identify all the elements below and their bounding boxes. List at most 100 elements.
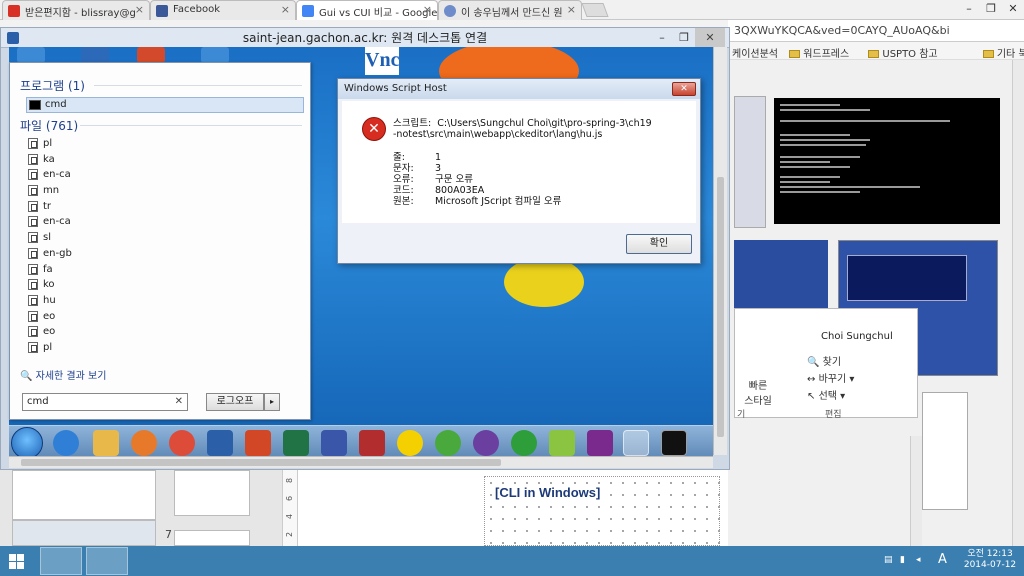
tab-facebook[interactable]: Facebook ×	[150, 0, 296, 20]
file-icon	[28, 138, 38, 149]
slide-thumbnail[interactable]	[174, 530, 250, 546]
file-item[interactable]: pl	[28, 340, 52, 355]
file-item[interactable]: eo	[28, 324, 55, 339]
notepad-icon[interactable]	[623, 430, 649, 456]
desktop-shortcut-icon[interactable]	[17, 47, 45, 63]
ok-button[interactable]: 확인	[626, 234, 692, 254]
printer-icon[interactable]: ▤	[884, 555, 893, 565]
internet-explorer-icon[interactable]	[53, 430, 79, 456]
onenote-icon[interactable]	[587, 430, 613, 456]
excel-icon[interactable]	[283, 430, 309, 456]
close-button[interactable]: ✕	[1002, 0, 1024, 20]
folder-icon	[868, 50, 880, 58]
bookmark-uspto[interactable]: USPTO 참고	[868, 49, 945, 59]
close-icon[interactable]: ×	[135, 3, 144, 16]
messenger-icon[interactable]	[511, 430, 537, 456]
select-button[interactable]: ↖ 선택 ▾	[807, 387, 845, 402]
maximize-button[interactable]: ❐	[980, 0, 1002, 20]
tab-article[interactable]: 이 송우님께서 만드신 원 ×	[438, 0, 582, 20]
folder-icon	[982, 50, 994, 58]
clock[interactable]: 오전 12:13 2014-07-12	[960, 549, 1020, 571]
file-item[interactable]: tr	[28, 199, 51, 214]
chrome-icon[interactable]	[169, 430, 195, 456]
rdp-vertical-scrollbar[interactable]	[713, 47, 727, 455]
see-more-results-link[interactable]: 🔍 자세한 결과 보기	[20, 367, 106, 382]
word-ribbon-pane: Choi Sungchul 🔍 찾기 ↔ 바꾸기 ▾ ↖ 선택 ▾ 빠른 스타일…	[734, 308, 918, 420]
tab-google-search[interactable]: Gui vs CUI 비교 - Google ×	[296, 0, 438, 20]
file-item[interactable]: sl	[28, 230, 51, 245]
bookmark-wordpress[interactable]: 워드프레스	[789, 49, 857, 59]
kakaotalk-icon[interactable]	[397, 430, 423, 456]
close-icon[interactable]: ×	[423, 3, 432, 16]
file-item[interactable]: fa	[28, 262, 53, 277]
slide-placeholder[interactable]: [CLI in Windows]	[484, 476, 720, 546]
file-icon	[28, 248, 38, 259]
vertical-scrollbar[interactable]	[1012, 60, 1024, 546]
evernote-icon[interactable]	[359, 430, 385, 456]
file-explorer-icon[interactable]	[93, 430, 119, 456]
cmd-taskbar-icon[interactable]	[661, 430, 687, 456]
media-player-icon[interactable]	[131, 430, 157, 456]
dialog-title[interactable]: Windows Script Host	[338, 79, 700, 99]
windows-start-button[interactable]	[11, 427, 43, 459]
volume-icon[interactable]: ◂	[916, 555, 921, 565]
vnc-viewer-icon[interactable]: Vnc	[365, 47, 399, 75]
rdp-horizontal-scrollbar[interactable]	[9, 456, 713, 468]
file-item[interactable]: en-ca	[28, 214, 71, 229]
file-icon	[28, 232, 38, 243]
visio-icon[interactable]	[321, 430, 347, 456]
close-icon[interactable]: ×	[567, 3, 576, 16]
quick-style-button[interactable]: 빠른 스타일	[743, 377, 773, 407]
tab-gmail[interactable]: 받은편지함 - blissray@g ×	[2, 0, 150, 20]
system-tray: ▤ ▮ ◂ A 오전 12:13 2014-07-12	[850, 548, 1024, 574]
maximize-button[interactable]: ❐	[673, 28, 695, 48]
desktop-shortcut-icon[interactable]	[137, 47, 165, 63]
desktop-shortcut-icon[interactable]	[201, 47, 229, 63]
windows-logo-icon[interactable]	[9, 554, 25, 570]
minimize-button[interactable]: –	[958, 0, 980, 20]
file-item[interactable]: mn	[28, 183, 59, 198]
shutdown-options-button[interactable]: ▸	[264, 393, 280, 411]
rdp-title: saint-jean.gachon.ac.kr: 원격 데스크톱 연결	[242, 31, 488, 45]
clear-search-icon[interactable]: ✕	[175, 394, 183, 410]
bookmark-analysis[interactable]: 케이션분석	[732, 49, 778, 59]
frog-app-icon[interactable]	[435, 430, 461, 456]
remote-desktop-taskbar-button[interactable]	[40, 547, 82, 575]
slide-thumbnail[interactable]	[174, 470, 250, 516]
minimize-button[interactable]: –	[651, 28, 673, 48]
file-item[interactable]: en-gb	[28, 246, 72, 261]
file-icon	[28, 279, 38, 290]
layers-app-icon[interactable]	[549, 430, 575, 456]
eclipse-icon[interactable]	[473, 430, 499, 456]
close-icon[interactable]: ×	[281, 3, 290, 16]
dialog-close-button[interactable]: ✕	[672, 82, 696, 96]
network-icon[interactable]: ▮	[900, 555, 905, 565]
file-item[interactable]: hu	[28, 293, 56, 308]
slide-thumbnail[interactable]	[12, 470, 156, 520]
close-button[interactable]: ✕	[695, 28, 725, 48]
slide-thumbnail[interactable]	[12, 520, 156, 546]
bookmark-other[interactable]: 기타 북마크	[982, 49, 1024, 59]
file-item[interactable]: en-ca	[28, 167, 71, 182]
replace-button[interactable]: ↔ 바꾸기 ▾	[807, 370, 854, 385]
file-item[interactable]: pl	[28, 136, 52, 151]
address-bar[interactable]: 3QXWuYKQCA&ved=0CAYQ_AUoAQ&bi	[728, 20, 1024, 42]
user-name[interactable]: Choi Sungchul	[821, 331, 893, 342]
word-icon[interactable]	[207, 430, 233, 456]
find-button[interactable]: 🔍 찾기	[807, 353, 841, 368]
file-item[interactable]: ka	[28, 152, 55, 167]
new-tab-button[interactable]	[581, 3, 609, 17]
document-taskbar-button[interactable]	[86, 547, 128, 575]
desktop-shortcut-icon[interactable]	[81, 47, 109, 63]
powerpoint-icon[interactable]	[245, 430, 271, 456]
slide-caption: [CLI in Windows]	[495, 485, 601, 500]
start-search-input[interactable]: cmd ✕	[22, 393, 188, 411]
program-cmd[interactable]: cmd	[26, 97, 304, 113]
rdp-title-bar[interactable]: saint-jean.gachon.ac.kr: 원격 데스크톱 연결 – ❐ …	[1, 28, 729, 48]
file-item[interactable]: ko	[28, 277, 55, 292]
vertical-scrollbar-inner[interactable]	[910, 436, 922, 546]
cmd-icon	[29, 100, 41, 110]
ime-indicator[interactable]: A	[938, 552, 947, 567]
file-item[interactable]: eo	[28, 309, 55, 324]
logoff-button[interactable]: 로그오프	[206, 393, 264, 411]
